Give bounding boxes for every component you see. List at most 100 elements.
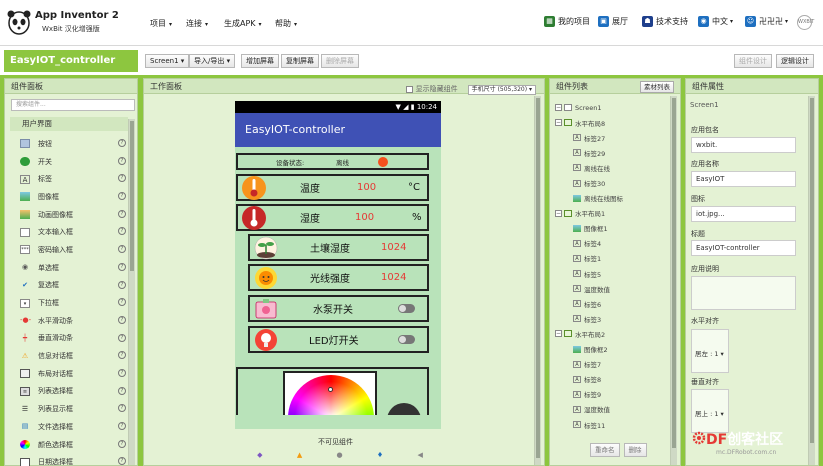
help-icon[interactable]: ? [118, 298, 126, 307]
switch-row-led[interactable]: LED灯开关 [248, 326, 429, 353]
screen-select[interactable]: Screen1 ▾ [145, 54, 190, 68]
brightness-knob[interactable] [387, 403, 421, 415]
help-icon[interactable]: ? [118, 404, 126, 413]
palette-item-filepicker[interactable]: ▤ 文件选择框? [10, 418, 128, 436]
help-icon[interactable]: ? [118, 457, 126, 466]
help-icon[interactable]: ? [118, 245, 126, 254]
tree-scrollbar[interactable] [670, 96, 677, 465]
palette-item-animated-image[interactable]: 动画图像框? [10, 206, 128, 224]
menu-connect[interactable]: 连接 ▾ [186, 18, 208, 29]
collapse-toggle-icon[interactable]: − [555, 104, 562, 112]
media-list-button[interactable]: 素材列表 [640, 81, 674, 93]
wxbit-avatar[interactable]: WXBIT [797, 15, 814, 30]
palette-item-label[interactable]: A 标签? [10, 170, 128, 188]
help-icon[interactable]: ? [118, 315, 126, 324]
sensor-row-humidity[interactable]: 湿度 100 % [236, 204, 429, 231]
color-wheel[interactable] [288, 375, 374, 415]
add-screen-button[interactable]: 增加屏幕 [241, 54, 279, 68]
blocks-button[interactable]: 逻辑设计 [776, 54, 814, 68]
palette-item-hslider[interactable]: -●- 水平滑动条? [10, 312, 128, 330]
bluetooth-icon[interactable]: ♦ [377, 451, 383, 459]
prop-input-title[interactable]: EasyIOT-controller [691, 240, 796, 256]
collapse-toggle-icon[interactable]: − [555, 209, 562, 217]
link-language[interactable]: ◉ 中文 ▾ [698, 16, 733, 27]
help-icon[interactable]: ? [118, 439, 126, 448]
palette-search-input[interactable]: 搜索组件... [11, 99, 135, 111]
collapse-toggle-icon[interactable]: − [555, 119, 562, 127]
palette-scrollbar[interactable] [128, 119, 135, 465]
led-toggle[interactable] [398, 335, 415, 344]
tree-item[interactable]: A 标签6 [553, 296, 665, 311]
palette-item-textbox[interactable]: 文本输入框? [10, 223, 128, 241]
menu-project[interactable]: 项目 ▾ [150, 18, 172, 29]
tree-item[interactable]: A 湿度数值 [553, 402, 665, 417]
tree-item[interactable]: A 标签4 [553, 236, 665, 251]
help-icon[interactable]: ? [118, 139, 126, 147]
prop-textarea-description[interactable] [691, 276, 796, 310]
tree-item[interactable]: A 标签30 [553, 175, 665, 190]
palette-item-listview[interactable]: ☰ 列表显示框? [10, 400, 128, 418]
sensor-row-temperature[interactable]: 温度 100 °C [236, 174, 429, 201]
tree-item[interactable]: − 水平布局2 [553, 326, 665, 341]
palette-item-password[interactable]: *** 密码输入框? [10, 241, 128, 259]
help-icon[interactable]: ? [118, 192, 126, 201]
notifier-icon[interactable]: ▲ [297, 451, 302, 459]
color-wheel-row[interactable] [236, 367, 429, 415]
microphone-icon[interactable]: ● [336, 451, 342, 459]
device-status-row[interactable]: 设备状态: 离线 [236, 153, 429, 170]
link-user[interactable]: ☺ 卍卍卍 ▾ [745, 16, 788, 27]
palette-item-button[interactable]: 按钮? [10, 135, 128, 153]
prop-input-package[interactable]: wxbit. [691, 137, 796, 153]
tree-item[interactable]: 图像框2 [553, 342, 665, 357]
help-icon[interactable]: ? [118, 174, 126, 183]
palette-item-notifier[interactable]: ⚠ 信息对话框? [10, 347, 128, 365]
help-icon[interactable]: ? [118, 156, 126, 165]
help-icon[interactable]: ? [118, 368, 126, 377]
tree-item[interactable]: A 标签11 [553, 417, 665, 432]
delete-screen-button[interactable]: 删除屏幕 [321, 54, 359, 68]
tree-item[interactable]: − Screen1 [553, 100, 665, 115]
designer-button[interactable]: 组件设计 [734, 54, 772, 68]
viewer-scrollbar[interactable] [534, 96, 541, 465]
import-export-button[interactable]: 导入/导出 ▾ [189, 54, 236, 68]
menu-help[interactable]: 帮助 ▾ [275, 18, 297, 29]
palette-item-checkbox[interactable]: ✔ 复选框? [10, 277, 128, 295]
tree-item[interactable]: A 温度数值 [553, 281, 665, 296]
help-icon[interactable]: ? [118, 386, 126, 395]
prop-select-halign[interactable]: 居左 : 1 ▾ [691, 329, 729, 373]
scroll-thumb[interactable] [672, 98, 676, 448]
prop-input-icon[interactable]: iot.jpg... [691, 206, 796, 222]
palette-item-radio[interactable]: ◉ 单选框? [10, 259, 128, 277]
menu-build-apk[interactable]: 生成APK ▾ [224, 18, 262, 29]
color-wheel-selector[interactable] [328, 387, 333, 392]
tree-item[interactable]: A 离线在线 [553, 160, 665, 175]
tree-item[interactable]: A 标签9 [553, 387, 665, 402]
link-gallery[interactable]: ▣ 展厅 [598, 16, 628, 27]
scroll-thumb[interactable] [810, 98, 814, 443]
help-icon[interactable]: ? [118, 333, 126, 342]
tree-item[interactable]: 离线在线图标 [553, 191, 665, 206]
palette-item-spinner[interactable]: ▾ 下拉框? [10, 294, 128, 312]
sound-icon[interactable]: ◀ [417, 451, 422, 459]
tree-item[interactable]: A 标签5 [553, 266, 665, 281]
tree-item[interactable]: A 标签3 [553, 311, 665, 326]
delete-button[interactable]: 删除 [623, 443, 647, 457]
link-support[interactable]: ☗ 技术支持 [642, 16, 688, 27]
palette-item-listpicker[interactable]: ≡ 列表选择框? [10, 383, 128, 401]
tree-item[interactable]: A 标签1 [553, 251, 665, 266]
help-icon[interactable]: ? [118, 422, 126, 430]
palette-item-datepicker[interactable]: 日期选择框? [10, 453, 128, 466]
help-icon[interactable]: ? [118, 262, 126, 271]
pump-toggle[interactable] [398, 304, 415, 313]
scroll-thumb[interactable] [130, 121, 134, 271]
help-icon[interactable]: ? [118, 209, 126, 218]
palette-item-layout-dialog[interactable]: 布局对话框? [10, 365, 128, 383]
cube-icon[interactable]: ◆ [257, 451, 262, 459]
tree-item[interactable]: A 标签27 [553, 130, 665, 145]
phone-size-select[interactable]: 手机尺寸 (505,320) ▾ [467, 84, 536, 95]
help-icon[interactable]: ? [118, 280, 126, 289]
tree-item[interactable]: − 水平布局8 [553, 115, 665, 130]
tree-item[interactable]: A 标签29 [553, 145, 665, 160]
tree-item[interactable]: − 水平布局1 [553, 206, 665, 221]
collapse-toggle-icon[interactable]: − [555, 330, 562, 338]
